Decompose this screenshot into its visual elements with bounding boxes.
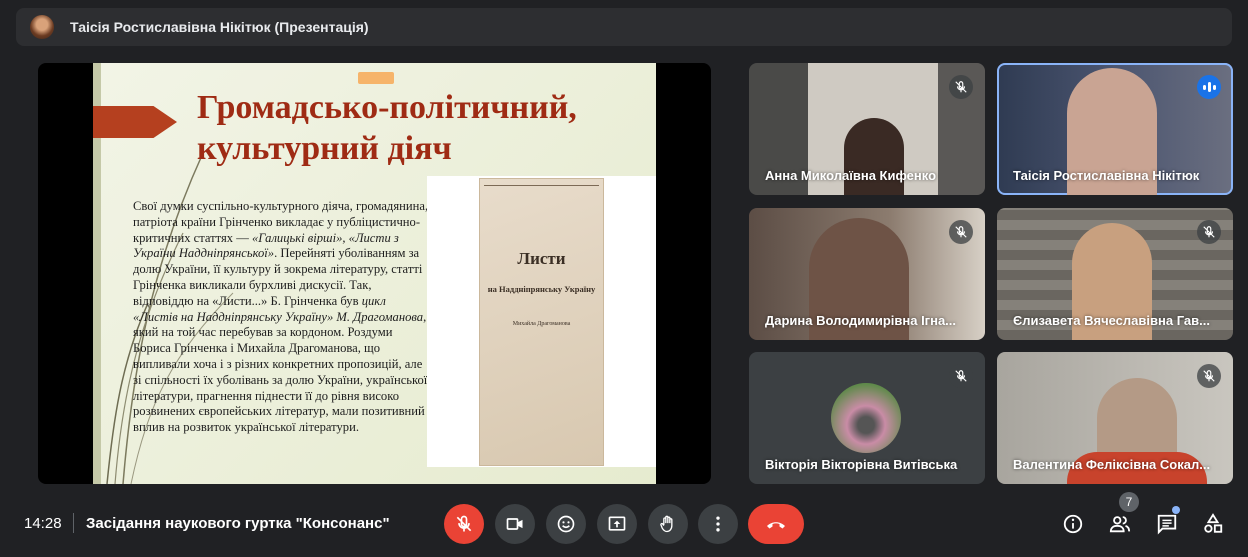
participant-name: Валентина Феліксівна Сокал... [1013,457,1211,472]
hand-icon [660,515,673,533]
chat-notification-dot [1172,506,1180,514]
camera-icon [506,518,523,530]
participant-count-badge: 7 [1119,492,1139,512]
book-cover: Листи на Наддніпрянську Україну Михайла … [479,178,604,466]
slide-title-line1: Громадсько-політичний, [197,89,577,126]
clock: 14:28 [24,515,62,532]
participant-name: Анна Миколаївна Кифенко [765,168,937,183]
people-button[interactable] [1107,511,1133,537]
mic-off-icon [949,364,973,388]
participant-tile[interactable]: Вікторія Вікторівна Витівська [749,352,985,484]
participant-tile[interactable]: Дарина Володимирівна Ігна... [749,208,985,340]
book-title: Листи [517,249,566,268]
mic-off-icon [1197,220,1221,244]
hang-up-icon [767,522,785,529]
meeting-details-button[interactable] [1060,511,1086,537]
activities-icon [1204,513,1223,533]
speaking-indicator-icon [1197,75,1221,99]
book-subtitle: на Наддніпрянську Україну [487,284,596,294]
slide-title-line2: культурний діяч [197,130,452,167]
present-screen-button[interactable] [597,504,637,544]
mic-off-icon [1197,364,1221,388]
leave-call-button[interactable] [748,504,804,544]
book-author: Михайла Драгоманова [512,321,571,327]
slide-title: Громадсько-політичний, культурний діяч [197,87,577,169]
presentation-header: Таісія Ростиславівна Нікітюк (Презентаці… [16,8,1232,46]
raise-hand-button[interactable] [648,504,688,544]
participant-tile[interactable]: Єлизавета Вячеславівна Гав... [997,208,1233,340]
participant-tile[interactable]: Таісія Ростиславівна Нікітюк [997,63,1233,195]
presenter-title: Таісія Ростиславівна Нікітюк (Презентаці… [70,19,369,35]
mic-toggle-button[interactable] [444,504,484,544]
participant-name: Таісія Ростиславівна Нікітюк [1013,168,1200,183]
mic-off-icon [949,220,973,244]
participant-name: Дарина Володимирівна Ігна... [765,313,957,328]
more-vert-icon [716,516,720,532]
slide: Громадсько-політичний, культурний діяч Св… [93,63,656,484]
chat-icon [1157,514,1177,535]
present-screen-icon [608,516,626,531]
mic-off-icon [456,515,472,532]
presenter-avatar [30,15,54,39]
emoji-icon [557,515,575,533]
meeting-name: Засідання наукового гуртка "Консонанс" [86,515,390,532]
participant-name: Вікторія Вікторівна Витівська [765,457,958,472]
info-icon [1063,514,1083,534]
mic-off-icon [949,75,973,99]
participant-avatar [831,383,901,453]
book-cover-image: Листи на Наддніпрянську Україну Михайла … [427,176,656,467]
slide-badge [358,72,394,84]
body-text: , який на той час перебував за кордоном.… [133,309,428,435]
presentation-stage[interactable]: Громадсько-політичний, культурний діяч Св… [38,63,711,484]
participant-video [844,118,904,195]
more-options-button[interactable] [698,504,738,544]
bottom-toolbar: 14:28 Засідання наукового гуртка "Консон… [0,492,1248,555]
participant-tile[interactable]: Анна Миколаївна Кифенко [749,63,985,195]
participant-tile[interactable]: Валентина Феліксівна Сокал... [997,352,1233,484]
slide-body: Свої думки суспільно-культурного діяча, … [133,199,433,436]
chat-button[interactable] [1154,511,1180,537]
divider [73,513,74,533]
activities-button[interactable] [1200,511,1226,537]
camera-toggle-button[interactable] [495,504,535,544]
participant-name: Єлизавета Вячеславівна Гав... [1013,313,1210,328]
reactions-button[interactable] [546,504,586,544]
people-icon [1109,516,1131,533]
